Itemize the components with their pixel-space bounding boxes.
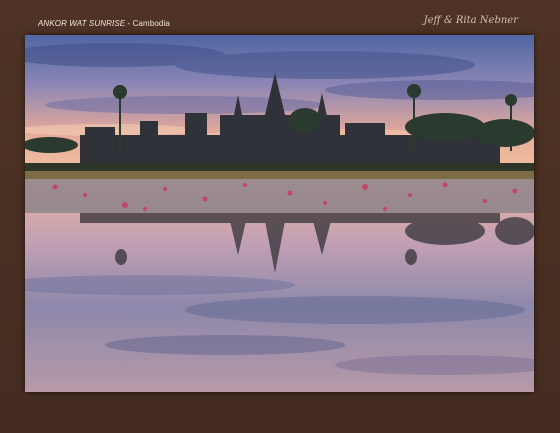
photographer-signature: Jeff & Rita Nebner [423, 15, 518, 26]
caption-country: Cambodia [132, 19, 170, 28]
photo-caption: ANKOR WAT SUNRISE - Cambodia [38, 19, 170, 28]
photo-frame: ANKOR WAT SUNRISE - Cambodia Jeff & Rita… [0, 0, 560, 433]
photo-illustration [25, 35, 534, 392]
lotus-field [25, 179, 534, 213]
caption-place: ANKOR WAT SUNRISE [38, 19, 126, 28]
sunrise-photo [25, 35, 534, 392]
grass-strip [25, 171, 534, 179]
caption-separator: - [125, 19, 133, 28]
